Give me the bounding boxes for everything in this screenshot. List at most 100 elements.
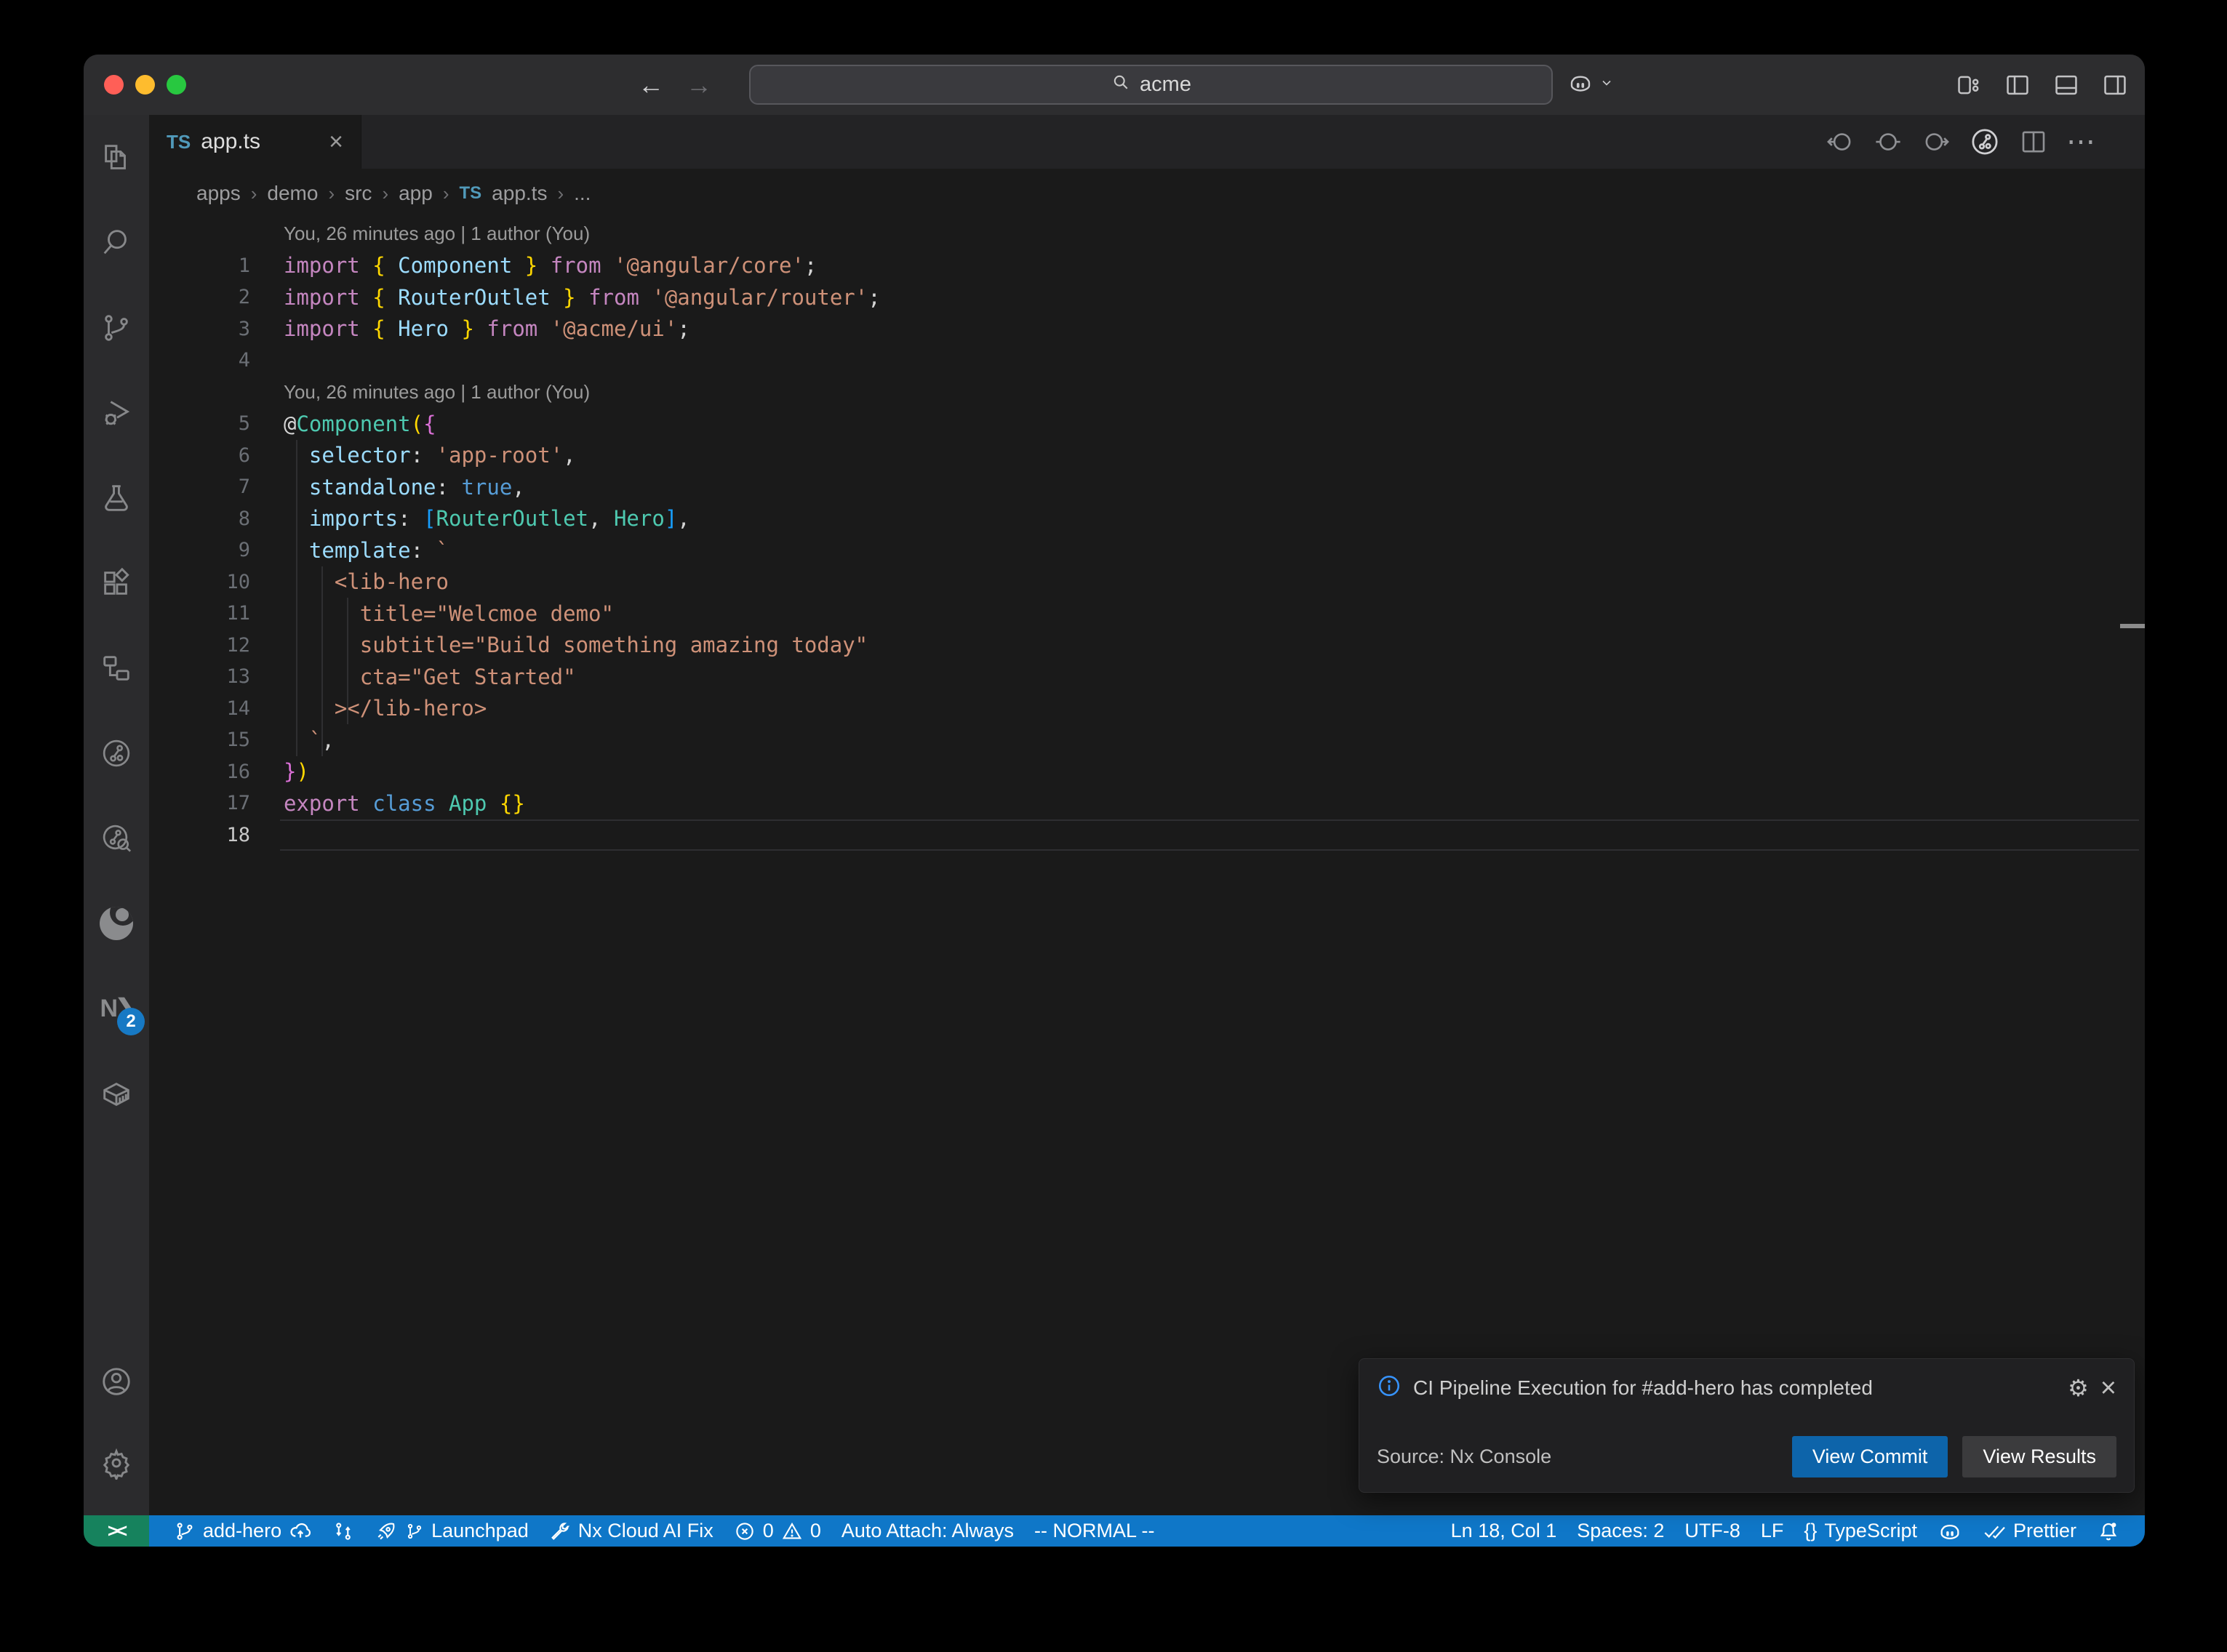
testing-icon[interactable] (100, 481, 133, 515)
code-line[interactable]: 6 selector: 'app-root', (149, 440, 2145, 472)
run-debug-icon[interactable] (100, 396, 133, 430)
code-line[interactable]: 17export class App {} (149, 787, 2145, 819)
encoding-item[interactable]: UTF-8 (1674, 1520, 1751, 1542)
indentation-item[interactable]: Spaces: 2 (1567, 1520, 1674, 1542)
explorer-icon[interactable] (100, 141, 133, 175)
git-blame-annotation: You, 26 minutes ago | 1 author (You) (149, 218, 2145, 250)
code-line[interactable]: 5@Component({ (149, 408, 2145, 440)
breadcrumb-item[interactable]: demo (267, 182, 318, 205)
minimize-window-button[interactable] (135, 75, 155, 95)
view-commit-button[interactable]: View Commit (1792, 1436, 1948, 1477)
toggle-secondary-sidebar-icon[interactable] (2101, 71, 2129, 99)
breadcrumb-file[interactable]: app.ts (492, 182, 547, 205)
gitlens-graph-icon[interactable] (1969, 126, 2001, 158)
navigate-back-button[interactable]: ← (638, 70, 664, 100)
cursor-position-item[interactable]: Ln 18, Col 1 (1441, 1520, 1567, 1542)
vim-mode-item[interactable]: -- NORMAL -- (1024, 1520, 1164, 1542)
code-line[interactable]: 8 imports: [RouterOutlet, Hero], (149, 503, 2145, 535)
code-line[interactable]: 12 subtitle="Build something amazing tod… (149, 630, 2145, 662)
code-line[interactable]: 9 template: ` (149, 534, 2145, 566)
line-number: 9 (149, 539, 284, 561)
more-actions-icon[interactable]: ⋯ (2066, 125, 2097, 159)
prev-change-icon[interactable] (1825, 127, 1855, 157)
language-mode-item[interactable]: {} TypeScript (1794, 1520, 1927, 1542)
notifications-bell-item[interactable] (2087, 1520, 2130, 1543)
nx-console-icon[interactable]: N❯ 2 (100, 992, 133, 1025)
toggle-panel-icon[interactable] (2052, 71, 2080, 99)
code-line[interactable]: 14 ></lib-hero> (149, 693, 2145, 725)
maximize-window-button[interactable] (167, 75, 186, 95)
customize-layout-icon[interactable] (1955, 71, 1983, 99)
code-line[interactable]: 15 `, (149, 724, 2145, 756)
bell-icon (2097, 1520, 2120, 1543)
line-number: 4 (149, 349, 284, 372)
close-window-button[interactable] (104, 75, 124, 95)
annotations-icon[interactable] (1873, 127, 1903, 157)
git-branch-item[interactable]: add-hero (164, 1520, 322, 1543)
edge-tools-icon[interactable] (100, 907, 133, 940)
code-line[interactable]: 16}) (149, 756, 2145, 788)
breadcrumb-item[interactable]: src (345, 182, 372, 205)
tab-label: app.ts (201, 129, 260, 154)
command-center-search[interactable]: acme (749, 65, 1553, 105)
problems-item[interactable]: 0 0 (724, 1520, 831, 1542)
copilot-status-item[interactable] (1927, 1519, 1972, 1544)
launchpad-item[interactable]: Launchpad (364, 1520, 539, 1543)
code-line[interactable]: 11 title="Welcmoe demo" (149, 598, 2145, 630)
code-text: ></lib-hero> (284, 696, 487, 721)
formatter-item[interactable]: Prettier (1972, 1520, 2087, 1543)
settings-gear-icon[interactable] (100, 1446, 133, 1480)
notification-close-icon[interactable]: × (2100, 1374, 2116, 1402)
next-change-icon[interactable] (1921, 127, 1951, 157)
cursor-position-label: Ln 18, Col 1 (1451, 1520, 1557, 1542)
code-line[interactable]: 10 <lib-hero (149, 566, 2145, 598)
view-results-button[interactable]: View Results (1962, 1436, 2116, 1477)
wrench-icon (549, 1520, 571, 1542)
gitlens-icon[interactable] (100, 737, 133, 770)
chevron-down-icon[interactable] (1599, 76, 1614, 94)
git-compare-item[interactable] (322, 1520, 364, 1542)
line-number: 1 (149, 254, 284, 277)
nx-cloud-fix-item[interactable]: Nx Cloud AI Fix (539, 1520, 724, 1542)
gitlens-inspect-icon[interactable] (100, 822, 133, 855)
eol-item[interactable]: LF (1751, 1520, 1794, 1542)
overview-ruler-marker (2120, 624, 2145, 628)
code-line[interactable]: 1import { Component } from '@angular/cor… (149, 250, 2145, 282)
line-number: 16 (149, 761, 284, 783)
accounts-icon[interactable] (100, 1365, 133, 1398)
code-editor[interactable]: You, 26 minutes ago | 1 author (You)1imp… (149, 218, 2145, 1515)
search-icon (1111, 72, 1131, 98)
current-line-highlight (280, 819, 2139, 851)
code-text: subtitle="Build something amazing today" (284, 633, 868, 657)
code-line[interactable]: 13 cta="Get Started" (149, 661, 2145, 693)
hierarchy-view-icon[interactable] (100, 651, 133, 685)
breadcrumb-item[interactable]: apps (196, 182, 241, 205)
line-number: 14 (149, 697, 284, 720)
code-line[interactable]: 3import { Hero } from '@acme/ui'; (149, 313, 2145, 345)
search-view-icon[interactable] (100, 226, 133, 260)
code-line[interactable]: 4 (149, 345, 2145, 377)
source-control-icon[interactable] (100, 311, 133, 345)
breadcrumb-symbol[interactable]: ... (574, 182, 591, 205)
navigate-forward-button[interactable]: → (686, 70, 712, 100)
code-line[interactable]: 2import { RouterOutlet } from '@angular/… (149, 281, 2145, 313)
indent-guide (347, 598, 348, 724)
extensions-icon[interactable] (100, 566, 133, 600)
code-line[interactable]: 18 (149, 819, 2145, 851)
copilot-icon[interactable] (1567, 70, 1594, 100)
remote-indicator[interactable]: >< (84, 1515, 149, 1547)
mini-branch-icon (405, 1522, 424, 1541)
cloud-upload-icon (289, 1520, 312, 1543)
auto-attach-item[interactable]: Auto Attach: Always (831, 1520, 1024, 1542)
split-editor-icon[interactable] (2018, 127, 2049, 157)
tab-close-icon[interactable]: × (329, 129, 343, 154)
breadcrumb-item[interactable]: app (399, 182, 433, 205)
double-check-icon (1983, 1520, 2006, 1543)
warning-count: 0 (810, 1520, 821, 1542)
containers-icon[interactable] (100, 1077, 133, 1110)
toggle-primary-sidebar-icon[interactable] (2004, 71, 2031, 99)
tab-app-ts[interactable]: TS app.ts × (149, 115, 361, 169)
notification-settings-gear-icon[interactable]: ⚙ (2068, 1376, 2089, 1400)
code-line[interactable]: 7 standalone: true, (149, 471, 2145, 503)
line-number: 7 (149, 476, 284, 498)
